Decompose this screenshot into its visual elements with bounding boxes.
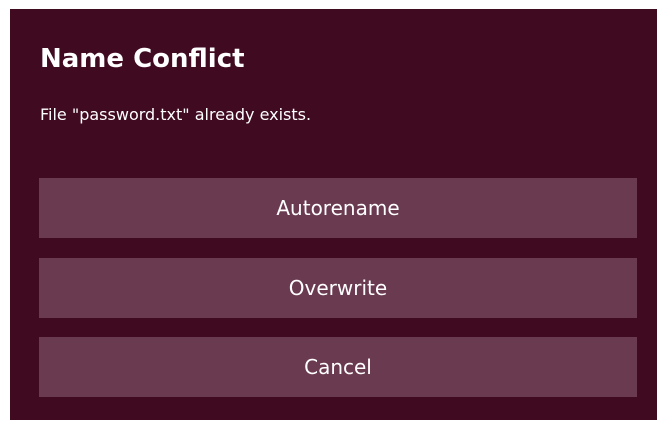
cancel-button[interactable]: Cancel	[39, 337, 637, 397]
autorename-button[interactable]: Autorename	[39, 178, 637, 238]
overwrite-button[interactable]: Overwrite	[39, 258, 637, 318]
name-conflict-dialog: Name Conflict File "password.txt" alread…	[10, 9, 657, 420]
dialog-message: File "password.txt" already exists.	[40, 105, 312, 124]
dialog-title: Name Conflict	[40, 44, 245, 74]
